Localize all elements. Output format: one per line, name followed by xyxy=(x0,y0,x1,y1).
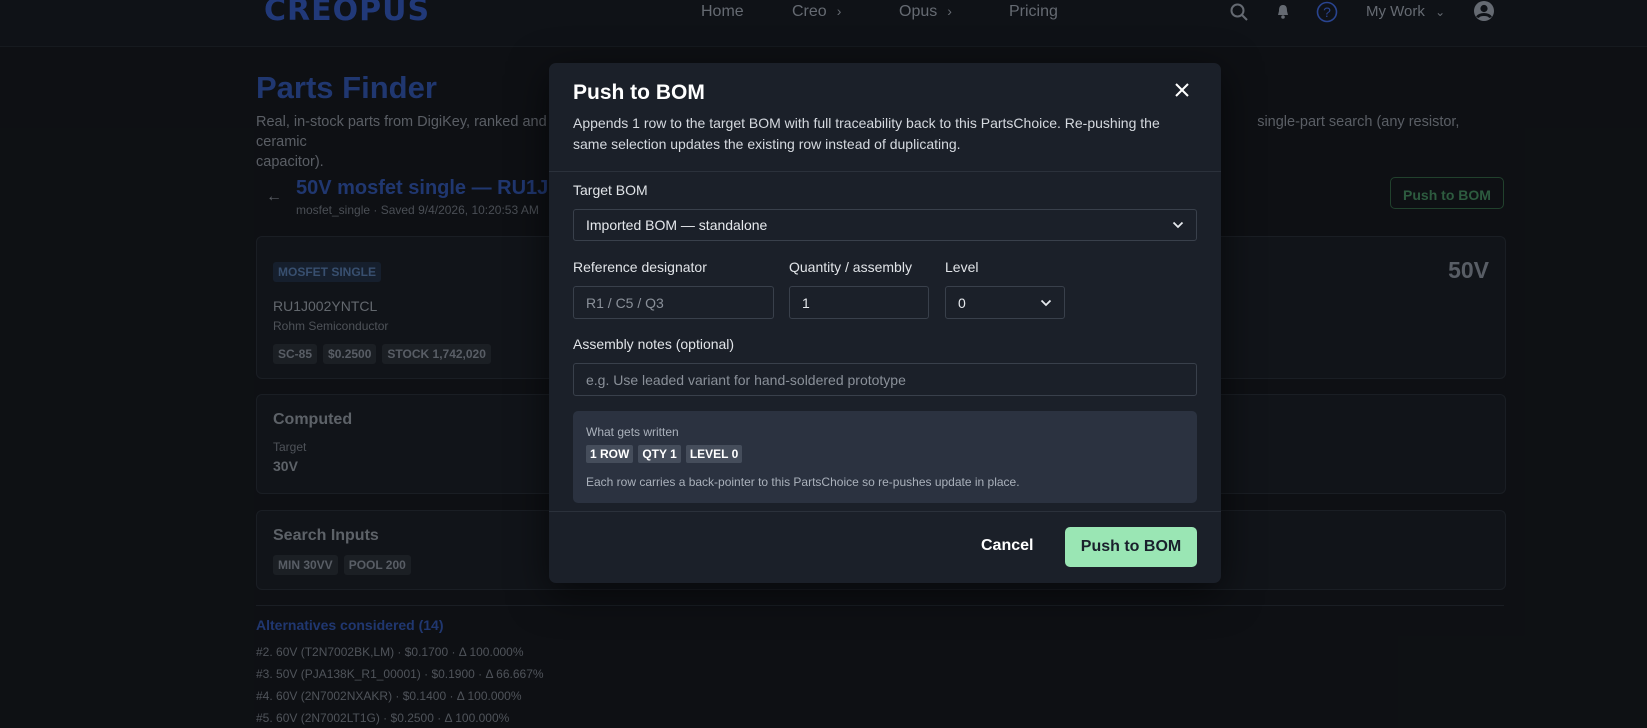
quantity-label: Quantity / assembly xyxy=(789,259,912,275)
qty-chip: QTY 1 xyxy=(638,445,681,463)
written-note: Each row carries a back-pointer to this … xyxy=(586,475,1020,489)
refdes-label: Reference designator xyxy=(573,259,707,275)
what-gets-written-panel: What gets written 1 ROW QTY 1 LEVEL 0 Each… xyxy=(573,411,1197,503)
quantity-input[interactable] xyxy=(789,286,929,319)
written-chips: 1 ROW QTY 1 LEVEL 0 xyxy=(586,445,1184,463)
target-bom-select[interactable]: Imported BOM — standalone xyxy=(573,209,1197,241)
cancel-button[interactable]: Cancel xyxy=(969,526,1045,566)
level-select[interactable]: 0 xyxy=(945,286,1065,319)
level-chip: LEVEL 0 xyxy=(685,445,743,463)
row-count-chip: 1 ROW xyxy=(586,445,634,463)
target-bom-value: Imported BOM — standalone xyxy=(586,217,768,233)
assembly-notes-input[interactable] xyxy=(573,363,1197,396)
chevron-down-icon xyxy=(1040,299,1052,306)
modal-header-divider xyxy=(549,171,1221,172)
push-to-bom-modal: Push to BOM Appends 1 row to the target … xyxy=(549,63,1221,583)
push-to-bom-button[interactable]: Push to BOM xyxy=(1065,527,1197,567)
level-value: 0 xyxy=(958,294,966,311)
chevron-down-icon xyxy=(1172,221,1184,229)
modal-footer-divider xyxy=(549,511,1221,512)
modal-description: Appends 1 row to the target BOM with ful… xyxy=(573,115,1160,152)
notes-label: Assembly notes (optional) xyxy=(573,336,735,352)
refdes-input[interactable] xyxy=(573,286,774,319)
what-gets-written-label: What gets written xyxy=(586,425,679,439)
modal-title: Push to BOM xyxy=(573,81,705,104)
target-bom-label: Target BOM xyxy=(573,182,648,198)
level-label: Level xyxy=(945,259,979,275)
close-icon[interactable] xyxy=(1169,77,1195,103)
